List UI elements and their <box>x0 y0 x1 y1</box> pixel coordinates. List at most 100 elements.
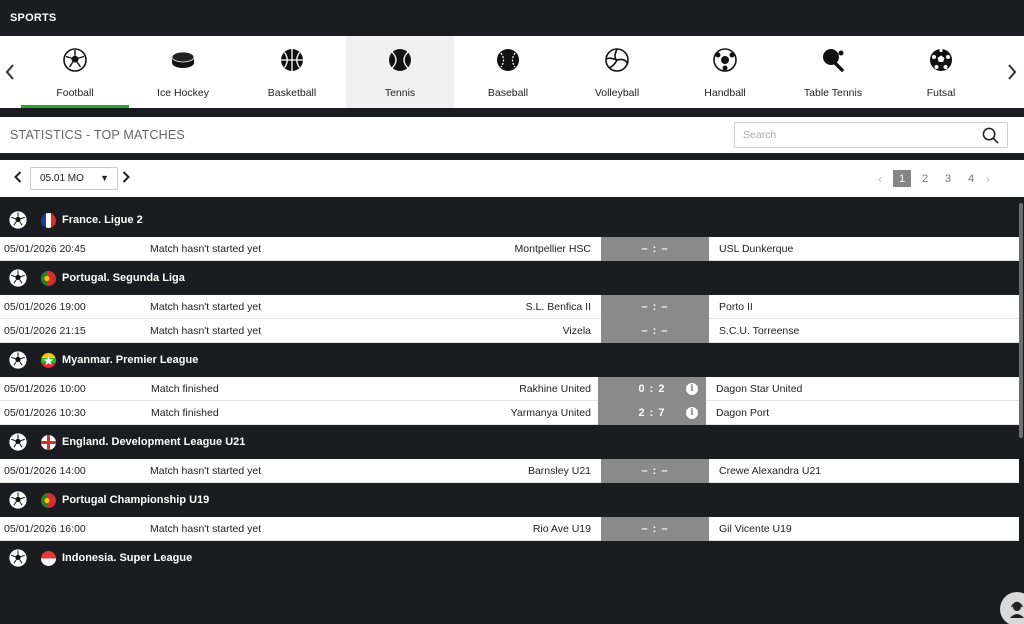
match-datetime: 05/01/2026 21:15 <box>4 324 86 337</box>
chevron-left-icon <box>14 171 22 183</box>
sport-tab-ice-hockey[interactable]: Ice Hockey <box>129 36 237 108</box>
league-name: Portugal Championship U19 <box>62 494 210 506</box>
match-datetime: 05/01/2026 10:00 <box>4 382 86 395</box>
league-name: Myanmar. Premier League <box>62 354 199 366</box>
league-header[interactable]: England. Development League U21 <box>0 425 1019 459</box>
home-team: Yarmanya United <box>510 406 591 419</box>
sport-tab-football[interactable]: Football <box>21 36 129 108</box>
sport-tab-baseball[interactable]: Baseball <box>454 36 562 108</box>
sport-label: Volleyball <box>594 87 640 99</box>
caret-down-icon: ▼ <box>100 173 109 183</box>
sport-label: Baseball <box>487 87 529 99</box>
info-icon[interactable]: i <box>686 406 698 419</box>
match-row[interactable]: 05/01/2026 16:00 Match hasn't started yet… <box>0 516 1019 541</box>
page-prev-button[interactable]: ‹ <box>872 170 888 187</box>
flag-portugal-icon <box>41 492 56 508</box>
sport-tab-table-tennis[interactable]: Table Tennis <box>779 36 887 108</box>
soccer-ball-icon <box>9 351 27 369</box>
score-value: – : – <box>641 242 669 255</box>
score-value: – : – <box>641 464 669 477</box>
page-2-button[interactable]: 2 <box>916 170 934 187</box>
league-header[interactable]: Myanmar. Premier League <box>0 343 1019 377</box>
sport-tab-volleyball[interactable]: Volleyball <box>563 36 671 108</box>
sport-label: Ice Hockey <box>157 87 209 99</box>
match-row[interactable]: 05/01/2026 20:45 Match hasn't started yet… <box>0 236 1019 261</box>
flag-indonesia-icon <box>41 550 56 566</box>
top-header: SPORTS <box>0 0 1024 36</box>
match-status: Match finished <box>151 406 219 419</box>
search-box <box>734 122 1008 148</box>
flag-france-icon <box>41 212 56 228</box>
match-status: Match hasn't started yet <box>150 300 262 313</box>
volleyball-icon <box>605 48 629 72</box>
date-select[interactable]: 05.01 MO ▼ <box>30 167 118 190</box>
away-team: Crewe Alexandra U21 <box>719 464 822 477</box>
score-value: – : – <box>641 522 669 535</box>
futsal-ball-icon <box>930 48 952 71</box>
page-1-button[interactable]: 1 <box>893 170 911 187</box>
soccer-ball-icon <box>9 433 27 451</box>
match-score: – : – <box>601 236 709 261</box>
sport-label: Tennis <box>384 87 416 99</box>
away-team: S.C.U. Torreense <box>719 324 800 337</box>
league-header[interactable]: France. Ligue 2 <box>0 203 1019 237</box>
away-team: Dagon Star United <box>716 382 803 395</box>
match-status: Match hasn't started yet <box>150 242 262 255</box>
score-value: 0 : 2 <box>638 382 666 395</box>
sport-tab-tennis[interactable]: Tennis <box>346 36 454 108</box>
match-list: France. Ligue 2 05/01/2026 20:45 Match has… <box>0 203 1019 575</box>
page-3-button[interactable]: 3 <box>939 170 957 187</box>
carousel-next-button[interactable] <box>1002 36 1022 108</box>
match-row[interactable]: 05/01/2026 21:15 Match hasn't started yet… <box>0 318 1019 343</box>
date-value: 05.01 MO <box>40 173 84 184</box>
away-team: Gil Vicente U19 <box>719 522 792 535</box>
flag-england-icon <box>41 434 56 450</box>
support-chat-button[interactable] <box>1000 592 1024 624</box>
league-header[interactable]: Indonesia. Super League <box>0 541 1019 575</box>
chevron-right-icon <box>1008 64 1017 80</box>
match-score: 0 : 2 i <box>598 376 706 401</box>
match-row[interactable]: 05/01/2026 10:30 Match finished Yarmanya U… <box>0 400 1019 425</box>
home-team: Rio Ave U19 <box>532 522 591 535</box>
page-next-button[interactable]: › <box>980 170 996 187</box>
sport-tab-basketball[interactable]: Basketball <box>238 36 346 108</box>
sport-tab-handball[interactable]: Handball <box>671 36 779 108</box>
sport-label: Basketball <box>267 87 317 99</box>
league-name: Indonesia. Super League <box>62 552 193 564</box>
scrollbar[interactable] <box>1019 203 1023 438</box>
search-icon[interactable] <box>982 127 999 144</box>
chevron-right-icon <box>122 171 130 183</box>
carousel-prev-button[interactable] <box>0 36 20 108</box>
league-name: France. Ligue 2 <box>62 214 143 226</box>
match-datetime: 05/01/2026 10:30 <box>4 406 86 419</box>
soccer-ball-icon <box>9 549 27 567</box>
search-input[interactable] <box>743 123 973 147</box>
date-navigation: 05.01 MO ▼ ‹ 1 2 3 4 › <box>0 160 1024 197</box>
score-value: – : – <box>641 324 669 337</box>
match-row[interactable]: 05/01/2026 19:00 Match hasn't started yet… <box>0 294 1019 319</box>
info-icon[interactable]: i <box>686 382 698 395</box>
league-name: England. Development League U21 <box>62 436 246 448</box>
sport-label: Football <box>56 87 94 99</box>
section-title: STATISTICS - TOP MATCHES <box>10 128 185 142</box>
flag-portugal-icon <box>41 270 56 286</box>
league-header[interactable]: Portugal. Segunda Liga <box>0 261 1019 295</box>
league-header[interactable]: Portugal Championship U19 <box>0 483 1019 517</box>
statistics-header: STATISTICS - TOP MATCHES <box>0 117 1024 153</box>
date-next-button[interactable] <box>122 169 130 187</box>
page-4-button[interactable]: 4 <box>962 170 980 187</box>
sport-tab-futsal[interactable]: Futsal <box>887 36 995 108</box>
baseball-icon <box>497 49 519 71</box>
soccer-ball-icon <box>63 48 87 72</box>
match-datetime: 05/01/2026 20:45 <box>4 242 86 255</box>
support-agent-icon <box>1010 601 1024 618</box>
home-team: Montpellier HSC <box>514 242 591 255</box>
match-row[interactable]: 05/01/2026 14:00 Match hasn't started yet… <box>0 458 1019 483</box>
date-prev-button[interactable] <box>14 169 22 187</box>
match-status: Match finished <box>151 382 219 395</box>
page-title: SPORTS <box>10 12 57 24</box>
match-row[interactable]: 05/01/2026 10:00 Match finished Rakhine Un… <box>0 376 1019 401</box>
match-score: – : – <box>601 294 709 319</box>
sport-label: Table Tennis <box>803 87 863 99</box>
basketball-icon <box>281 49 303 71</box>
